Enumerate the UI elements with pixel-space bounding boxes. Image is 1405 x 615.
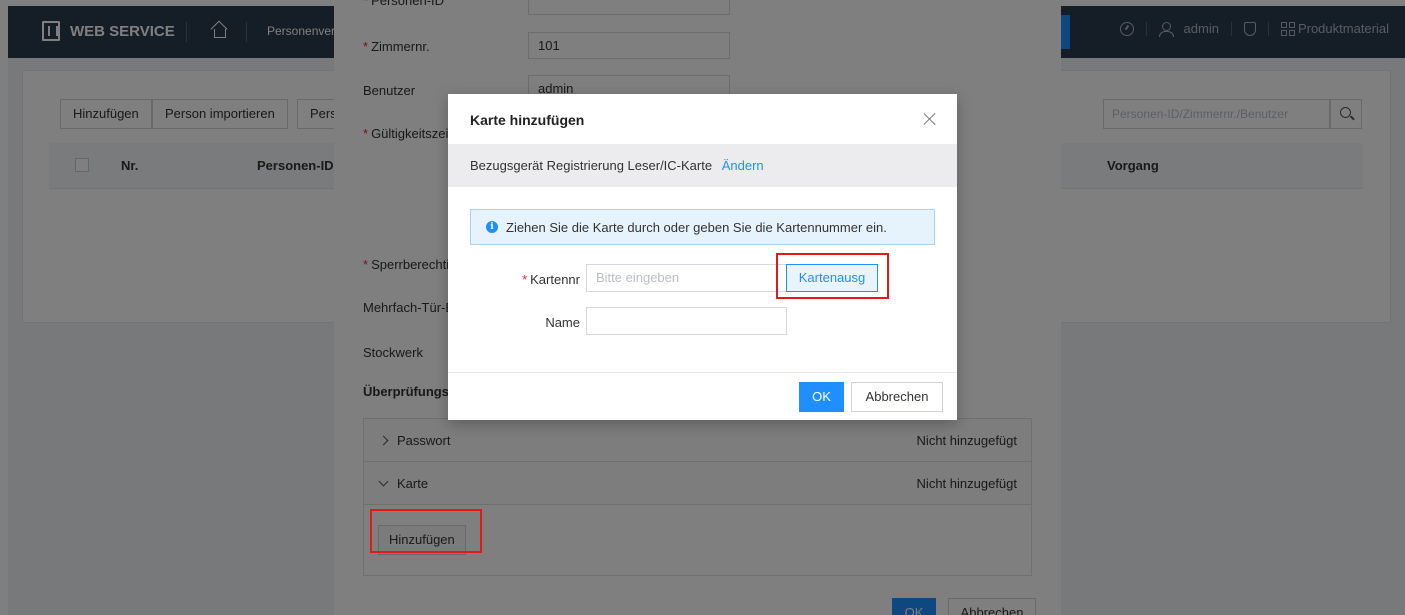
dialog-ok-button[interactable]: OK [799,382,844,412]
device-label: Bezugsgerät [470,158,543,173]
dialog-title: Karte hinzufügen [470,112,585,128]
info-text: Ziehen Sie die Karte durch oder geben Si… [506,220,887,235]
highlight-add-card [370,509,482,553]
card-no-input[interactable]: Bitte eingeben [586,264,787,292]
dialog-footer-divider [448,372,957,373]
device-value: Registrierung Leser/IC-Karte [546,158,713,173]
info-message: i Ziehen Sie die Karte durch oder geben … [470,209,935,245]
close-icon[interactable] [923,112,937,126]
card-no-label: * Kartennr [522,272,580,287]
info-icon: i [486,221,498,233]
dialog-cancel-button[interactable]: Abbrechen [851,382,943,412]
name-input[interactable] [586,307,787,335]
highlight-read-card [776,253,889,299]
device-bar: Bezugsgerät Registrierung Leser/IC-Karte… [448,144,957,187]
change-device-link[interactable]: Ändern [722,158,764,173]
name-label: Name [545,315,580,330]
